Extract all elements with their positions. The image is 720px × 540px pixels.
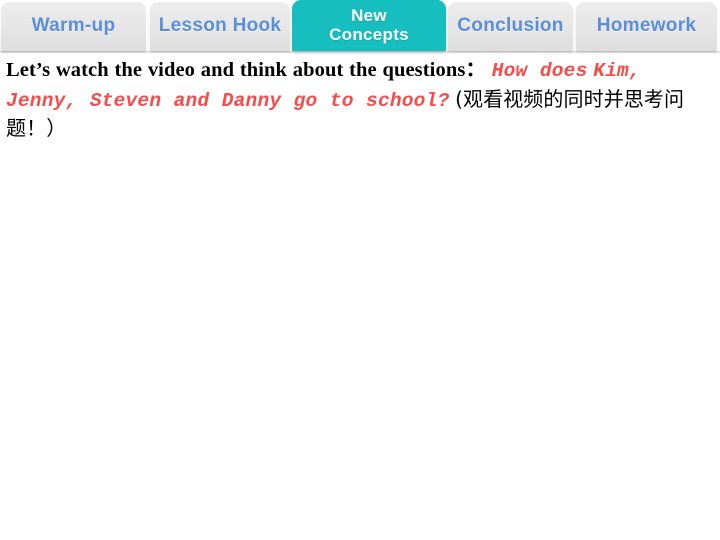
- question-text-line-1: How does: [491, 60, 588, 82]
- lesson-tabbar: Warm-up Lesson Hook New Concepts Conclus…: [0, 0, 720, 54]
- tab-new-concepts[interactable]: New Concepts: [292, 0, 446, 51]
- chinese-note-line-1: (观看视频的同: [455, 86, 584, 111]
- tabbar-shadow: [0, 51, 720, 54]
- tab-lesson-hook[interactable]: Lesson Hook: [149, 2, 291, 51]
- tab-homework[interactable]: Homework: [575, 2, 718, 51]
- slide-blank-area: [0, 150, 720, 540]
- tab-lesson-hook-label: Lesson Hook: [158, 15, 282, 37]
- tab-homework-label: Homework: [596, 15, 697, 37]
- tab-conclusion-label: Conclusion: [457, 15, 564, 37]
- tab-new-concepts-label: New Concepts: [329, 6, 409, 44]
- tab-warm-up-label: Warm-up: [31, 15, 116, 37]
- tab-conclusion[interactable]: Conclusion: [447, 2, 574, 51]
- tab-warm-up[interactable]: Warm-up: [0, 2, 147, 51]
- slide-content: Let’s watch the video and think about th…: [6, 57, 716, 144]
- instruction-prefix-text: Let’s watch the video and think about th…: [6, 59, 487, 81]
- instruction-paragraph: Let’s watch the video and think about th…: [6, 57, 716, 144]
